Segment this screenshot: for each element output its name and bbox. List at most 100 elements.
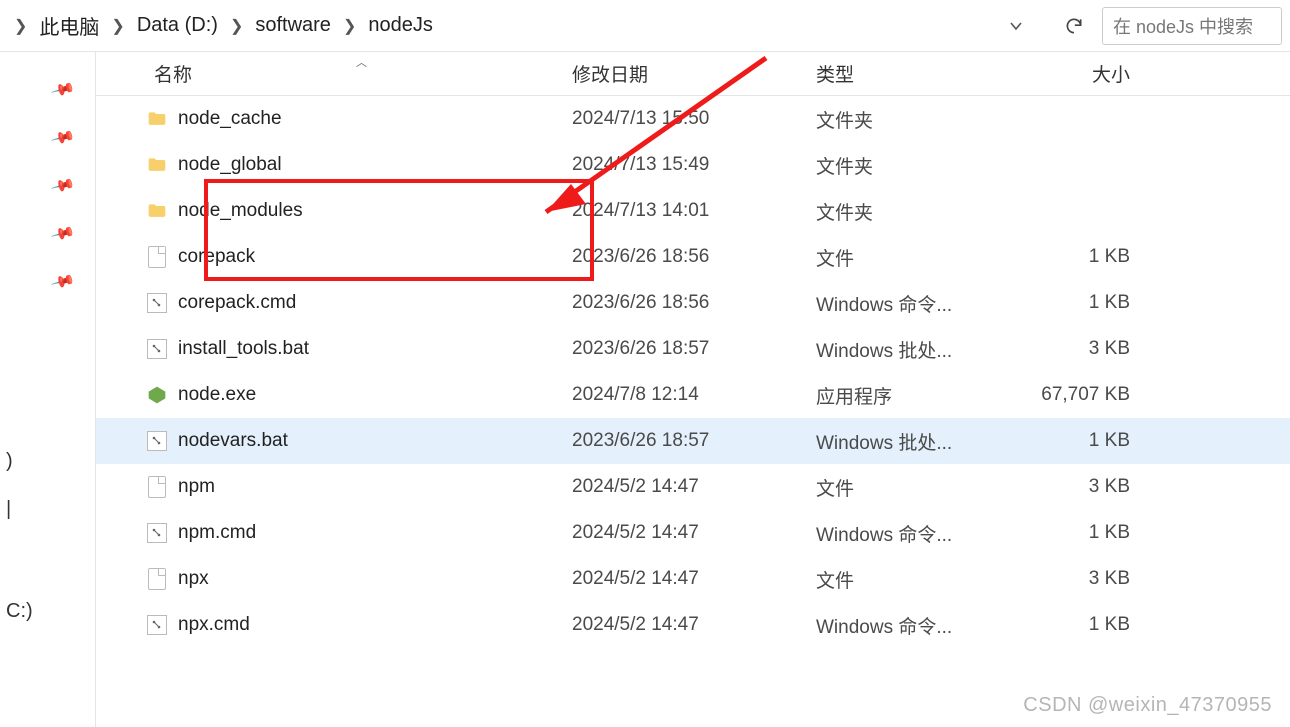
cell-size: 3 KB [1020,476,1150,498]
quick-access-item[interactable]: 📌 [0,114,95,162]
file-list-pane: 名称 ︿ 修改日期 类型 大小 node_cache 2024/7/13 15:5… [96,52,1290,727]
cell-size: 3 KB [1020,338,1150,360]
quick-access-item[interactable]: 📌 [0,66,95,114]
history-dropdown-button[interactable] [1000,10,1032,42]
cell-date: 2024/7/8 12:14 [572,384,816,406]
script-icon [146,292,168,314]
table-row[interactable]: npm2024/5/2 14:47文件3 KB [96,464,1290,510]
search-placeholder: 在 nodeJs 中搜索 [1113,13,1253,39]
cell-size: 1 KB [1020,522,1150,544]
cell-type: 文件夹 [816,152,1020,179]
chevron-right-icon: ❯ [228,16,245,36]
cell-type: 文件 [816,474,1020,501]
cell-type: 文件 [816,566,1020,593]
cell-name: npm [140,476,572,498]
table-row[interactable]: nodevars.bat2023/6/26 18:57Windows 批处...… [96,418,1290,464]
table-row[interactable]: node_modules2024/7/13 14:01文件夹 [96,188,1290,234]
folder-icon [146,154,168,176]
table-row[interactable]: corepack.cmd2023/6/26 18:56Windows 命令...… [96,280,1290,326]
quick-access-item[interactable]: 📌 [0,162,95,210]
cell-size: 1 KB [1020,246,1150,268]
sidebar-label: ) [6,450,13,473]
column-header-date[interactable]: 修改日期 [572,60,816,87]
cell-name: npx [140,568,572,590]
table-row[interactable]: install_tools.bat2023/6/26 18:57Windows … [96,326,1290,372]
cell-type: 文件 [816,244,1020,271]
cell-size: 1 KB [1020,292,1150,314]
cell-date: 2024/7/13 15:49 [572,154,816,176]
cell-type: 应用程序 [816,382,1020,409]
breadcrumb: ❯ 此电脑 ❯ Data (D:) ❯ software ❯ nodeJs [8,9,1000,42]
cell-size: 67,707 KB [1020,384,1150,406]
cell-name: nodevars.bat [140,430,572,452]
search-input[interactable]: 在 nodeJs 中搜索 [1102,7,1282,45]
cell-name: npm.cmd [140,522,572,544]
column-headers: 名称 ︿ 修改日期 类型 大小 [96,52,1290,96]
table-row[interactable]: npx.cmd2024/5/2 14:47Windows 命令...1 KB [96,602,1290,648]
cell-type: Windows 命令... [816,520,1020,547]
file-name: node_modules [178,200,303,222]
script-icon [146,430,168,452]
cell-type: Windows 批处... [816,336,1020,363]
pin-icon: 📌 [49,268,76,295]
folder-icon [146,200,168,222]
quick-access-item[interactable]: 📌 [0,210,95,258]
address-bar: ❯ 此电脑 ❯ Data (D:) ❯ software ❯ nodeJs 在 … [0,0,1290,52]
script-icon [146,522,168,544]
breadcrumb-item[interactable]: nodeJs [364,12,437,39]
file-name: node_cache [178,108,282,130]
column-header-size[interactable]: 大小 [1020,60,1150,87]
file-icon [146,568,168,590]
cell-date: 2023/6/26 18:57 [572,338,816,360]
cell-date: 2023/6/26 18:56 [572,292,816,314]
cell-type: 文件夹 [816,106,1020,133]
table-row[interactable]: node_global 2024/7/13 15:49文件夹 [96,142,1290,188]
cell-name: install_tools.bat [140,338,572,360]
cell-name: node.exe [140,384,572,406]
table-row[interactable]: node_cache 2024/7/13 15:50文件夹 [96,96,1290,142]
cell-size: 3 KB [1020,568,1150,590]
cell-name: corepack [140,246,572,268]
cell-date: 2024/7/13 15:50 [572,108,816,130]
file-name: npm.cmd [178,522,256,544]
application-icon [146,384,168,406]
breadcrumb-item[interactable]: 此电脑 [35,9,103,42]
file-name: node.exe [178,384,256,406]
sidebar: 📌 📌 📌 📌 📌 ) | C:) [0,52,96,727]
cell-size: 1 KB [1020,430,1150,452]
refresh-button[interactable] [1058,10,1090,42]
folder-icon [146,108,168,130]
pin-icon: 📌 [49,220,76,247]
cell-date: 2024/5/2 14:47 [572,614,816,636]
pin-icon: 📌 [49,124,76,151]
table-row[interactable]: corepack2023/6/26 18:56文件1 KB [96,234,1290,280]
breadcrumb-item[interactable]: software [251,12,335,39]
table-row[interactable]: npm.cmd 2024/5/2 14:47Windows 命令...1 KB [96,510,1290,556]
pin-icon: 📌 [49,172,76,199]
cell-date: 2023/6/26 18:57 [572,430,816,452]
chevron-right-icon: ❯ [109,16,126,36]
chevron-right-icon: ❯ [341,16,358,36]
file-name: nodevars.bat [178,430,288,452]
column-header-name[interactable]: 名称 ︿ [140,60,572,87]
cell-name: node_global [140,154,572,176]
file-icon [146,476,168,498]
cell-date: 2024/5/2 14:47 [572,522,816,544]
cell-type: Windows 命令... [816,612,1020,639]
table-row[interactable]: npx2024/5/2 14:47文件3 KB [96,556,1290,602]
watermark-text: CSDN @weixin_47370955 [1023,694,1272,717]
cell-name: npx.cmd [140,614,572,636]
quick-access-item[interactable]: 📌 [0,258,95,306]
table-row[interactable]: node.exe 2024/7/8 12:14应用程序67,707 KB [96,372,1290,418]
file-name: node_global [178,154,282,176]
file-name: npx.cmd [178,614,250,636]
file-name: npm [178,476,215,498]
breadcrumb-item[interactable]: Data (D:) [133,12,222,39]
script-icon [146,614,168,636]
column-label: 名称 [154,60,192,87]
cell-date: 2024/7/13 14:01 [572,200,816,222]
column-header-type[interactable]: 类型 [816,60,1020,87]
pin-icon: 📌 [49,76,76,103]
cell-name: corepack.cmd [140,292,572,314]
file-name: npx [178,568,209,590]
